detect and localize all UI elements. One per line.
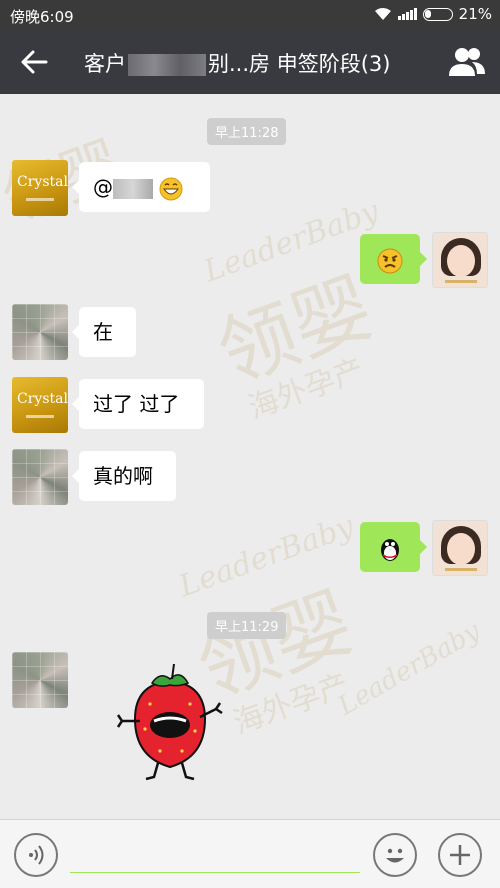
angry-face-icon	[377, 248, 403, 273]
message-bubble[interactable]: 真的啊	[72, 451, 176, 501]
strawberry-sticker[interactable]	[110, 659, 230, 784]
watermark-brand-en: LeaderBaby	[174, 508, 359, 605]
watermark-tagline: 海外孕产	[228, 667, 354, 742]
status-bar: 傍晚6:09 21%	[0, 0, 500, 30]
redacted-name	[128, 54, 206, 76]
message-timestamp: 早上11:29	[207, 612, 287, 639]
watermark-tagline: 海外孕产	[243, 352, 369, 427]
chat-header: 客户 别...房 申签阶段(3)	[0, 30, 500, 94]
message-bubble[interactable]: 过了 过了	[72, 379, 204, 429]
emoji-button[interactable]	[373, 833, 417, 877]
penguin-face-icon	[381, 538, 399, 561]
grinning-face-icon	[159, 177, 183, 200]
watermark-brand-en: LeaderBaby	[333, 616, 486, 722]
chat-title-suffix: 别...房 申签阶段(3)	[208, 52, 391, 76]
message-text: 过了 过了	[93, 392, 180, 416]
wifi-icon	[374, 8, 391, 20]
avatar-label: Crystal	[17, 174, 68, 190]
input-bar	[0, 819, 500, 888]
message-list[interactable]: LeaderBaby 领婴 海外孕产 LeaderBaby 领婴 海外孕产 领婴…	[0, 94, 500, 819]
status-time: 傍晚6:09	[10, 8, 74, 26]
group-members-icon[interactable]	[448, 44, 486, 80]
back-arrow-icon[interactable]	[18, 46, 50, 78]
chat-title: 客户 别...房 申签阶段(3)	[84, 48, 390, 78]
message-timestamp: 早上11:28	[207, 118, 287, 145]
avatar[interactable]: Crystal	[12, 377, 68, 433]
message-bubble[interactable]: 在	[72, 307, 136, 357]
avatar[interactable]: Crystal	[12, 160, 68, 216]
message-bubble[interactable]	[360, 234, 427, 284]
battery-icon	[422, 7, 453, 21]
message-bubble[interactable]: @	[72, 162, 210, 212]
voice-icon	[29, 845, 44, 865]
message-text: 真的啊	[93, 464, 153, 488]
watermark-brand-en: LeaderBaby	[199, 193, 384, 290]
chat-title-prefix: 客户	[84, 52, 126, 76]
avatar[interactable]	[12, 449, 68, 505]
avatar[interactable]	[432, 520, 488, 576]
watermark-brand-cn: 领婴	[206, 262, 385, 401]
avatar[interactable]	[432, 232, 488, 288]
emoji-icon	[386, 848, 404, 863]
avatar-label: Crystal	[17, 391, 68, 407]
avatar[interactable]	[12, 652, 68, 708]
plus-icon	[450, 845, 470, 865]
message-text: 在	[93, 320, 113, 344]
message-input[interactable]	[70, 836, 360, 873]
avatar[interactable]	[12, 304, 68, 360]
voice-button[interactable]	[14, 833, 58, 877]
mention-prefix: @	[93, 175, 113, 199]
redacted-mention	[113, 178, 153, 199]
battery-level: 21%	[458, 5, 492, 23]
message-bubble[interactable]	[360, 522, 427, 572]
more-button[interactable]	[438, 833, 482, 877]
signal-icon	[397, 8, 417, 20]
